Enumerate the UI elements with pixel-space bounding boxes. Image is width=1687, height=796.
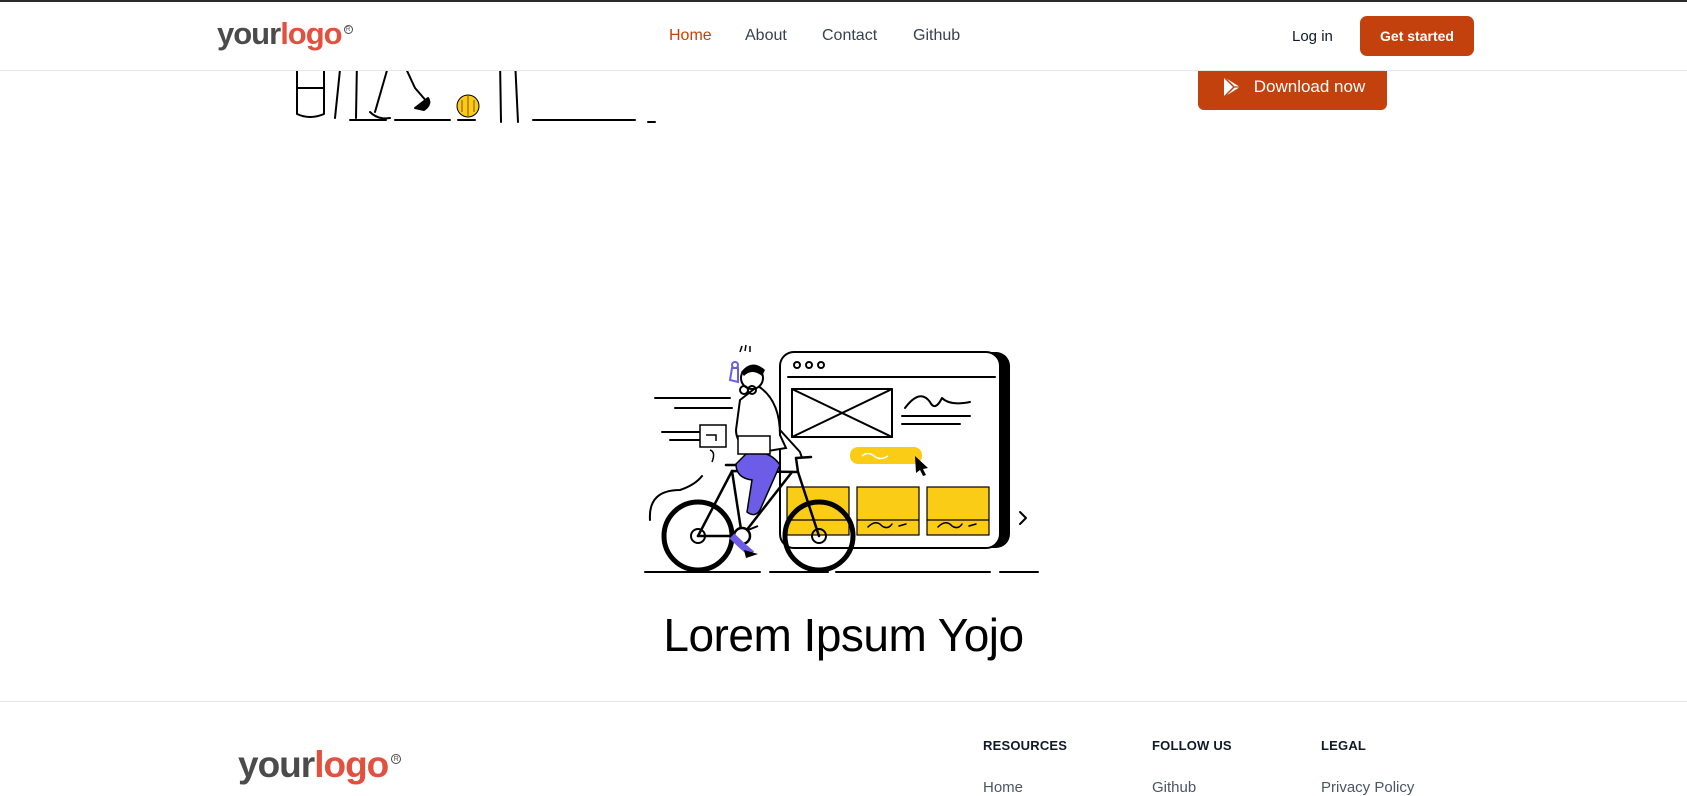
footer-link-github[interactable]: Github [1152,779,1232,796]
nav-link-home[interactable]: Home [669,27,712,45]
feature-headline: Lorem Ipsum Yojo [663,609,1024,661]
nav-link-contact[interactable]: Contact [822,27,877,45]
nav-link-github[interactable]: Github [913,27,960,45]
footer-link-privacy-policy[interactable]: Privacy Policy [1321,779,1414,796]
site-footer: your logo R RESOURCES Home FOLLOW US Githu… [0,701,1687,796]
logo-word-logo: logo [280,16,342,51]
footer-logo-word-your: your [238,744,315,785]
login-link[interactable]: Log in [1292,28,1333,45]
play-store-icon [1223,76,1240,98]
brand-logo[interactable]: your logo R [217,16,353,52]
download-now-label: Download now [1253,77,1366,96]
footer-logo-word-logo: logo [314,744,389,785]
footer-heading-legal: LEGAL [1321,738,1367,753]
get-started-button[interactable]: Get started [1360,16,1474,56]
footer-heading-resources: RESOURCES [983,738,1068,753]
footer-column-resources: RESOURCES Home [983,738,1067,796]
footer-heading-follow-us: FOLLOW US [1152,738,1232,753]
registered-mark-icon: R [343,25,353,34]
footer-column-legal: LEGAL Privacy Policy [1321,738,1414,796]
footer-logo[interactable]: your logo R [238,744,402,786]
top-navbar: your logo R Home About Contact Github Log … [0,2,1687,71]
cyclist-website-illustration [644,344,1039,573]
nav-link-about[interactable]: About [745,27,787,45]
footer-link-home[interactable]: Home [983,779,1067,796]
footer-registered-mark-icon: R [391,754,402,764]
logo-word-your: your [217,16,281,51]
footer-column-follow-us: FOLLOW US Github [1152,738,1232,796]
